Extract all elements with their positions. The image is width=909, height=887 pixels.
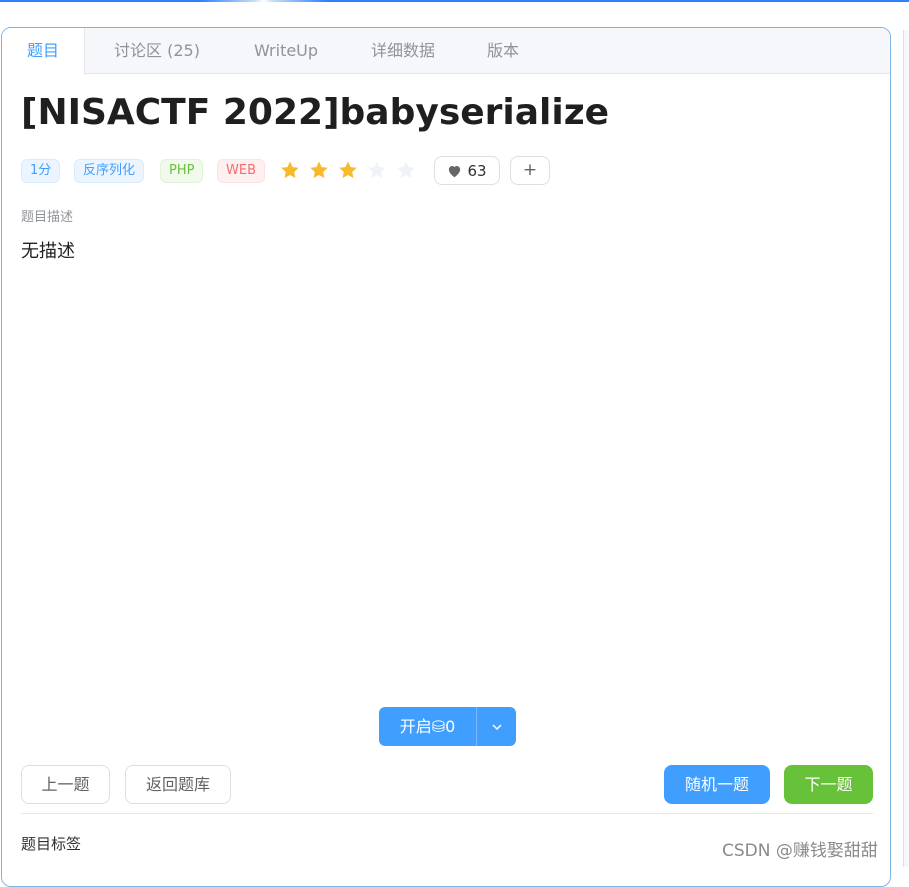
tab-details[interactable]: 详细数据: [357, 28, 449, 74]
tab-writeup[interactable]: WriteUp: [240, 28, 332, 74]
next-problem-button[interactable]: 下一题: [784, 765, 873, 804]
tab-discussion[interactable]: 讨论区 (25): [97, 28, 217, 74]
divider: [21, 813, 873, 814]
star-filled-icon[interactable]: [309, 160, 329, 180]
problem-card: 题目 讨论区 (25) WriteUp 详细数据 版本 [NISACTF 202…: [1, 27, 891, 887]
description-text: 无描述: [21, 241, 75, 262]
start-container-button-group: 开启⛁0: [379, 707, 516, 746]
tab-version[interactable]: 版本: [472, 28, 534, 74]
problem-title: [NISACTF 2022]babyserialize: [21, 92, 610, 133]
browser-top-strip: [0, 0, 909, 2]
star-filled-icon[interactable]: [280, 160, 300, 180]
tab-problem[interactable]: 题目: [2, 28, 85, 75]
like-button[interactable]: 63: [434, 156, 500, 185]
prev-problem-button[interactable]: 上一题: [21, 765, 110, 804]
problem-tags-label: 题目标签: [21, 835, 82, 853]
csdn-watermark: CSDN @赚钱娶甜甜: [722, 841, 878, 861]
description-label: 题目描述: [21, 210, 74, 225]
language-tag: PHP: [160, 159, 204, 183]
start-container-button[interactable]: 开启⛁0: [379, 707, 477, 746]
random-problem-button[interactable]: 随机一题: [664, 765, 770, 804]
heart-icon: [449, 165, 461, 177]
score-tag: 1分: [21, 159, 61, 183]
type-tag: WEB: [217, 159, 265, 183]
star-filled-icon[interactable]: [338, 160, 358, 180]
tab-bar: 题目 讨论区 (25) WriteUp 详细数据 版本: [2, 28, 890, 75]
like-count: 63: [467, 161, 487, 180]
star-empty-icon[interactable]: [367, 160, 387, 180]
add-button[interactable]: +: [510, 156, 550, 185]
chevron-down-icon: [491, 723, 502, 730]
category-tag: 反序列化: [74, 159, 145, 183]
back-to-bank-button[interactable]: 返回题库: [125, 765, 231, 804]
star-empty-icon[interactable]: [396, 160, 416, 180]
start-options-dropdown[interactable]: [477, 707, 516, 746]
adjacent-panel-edge: [903, 30, 909, 867]
